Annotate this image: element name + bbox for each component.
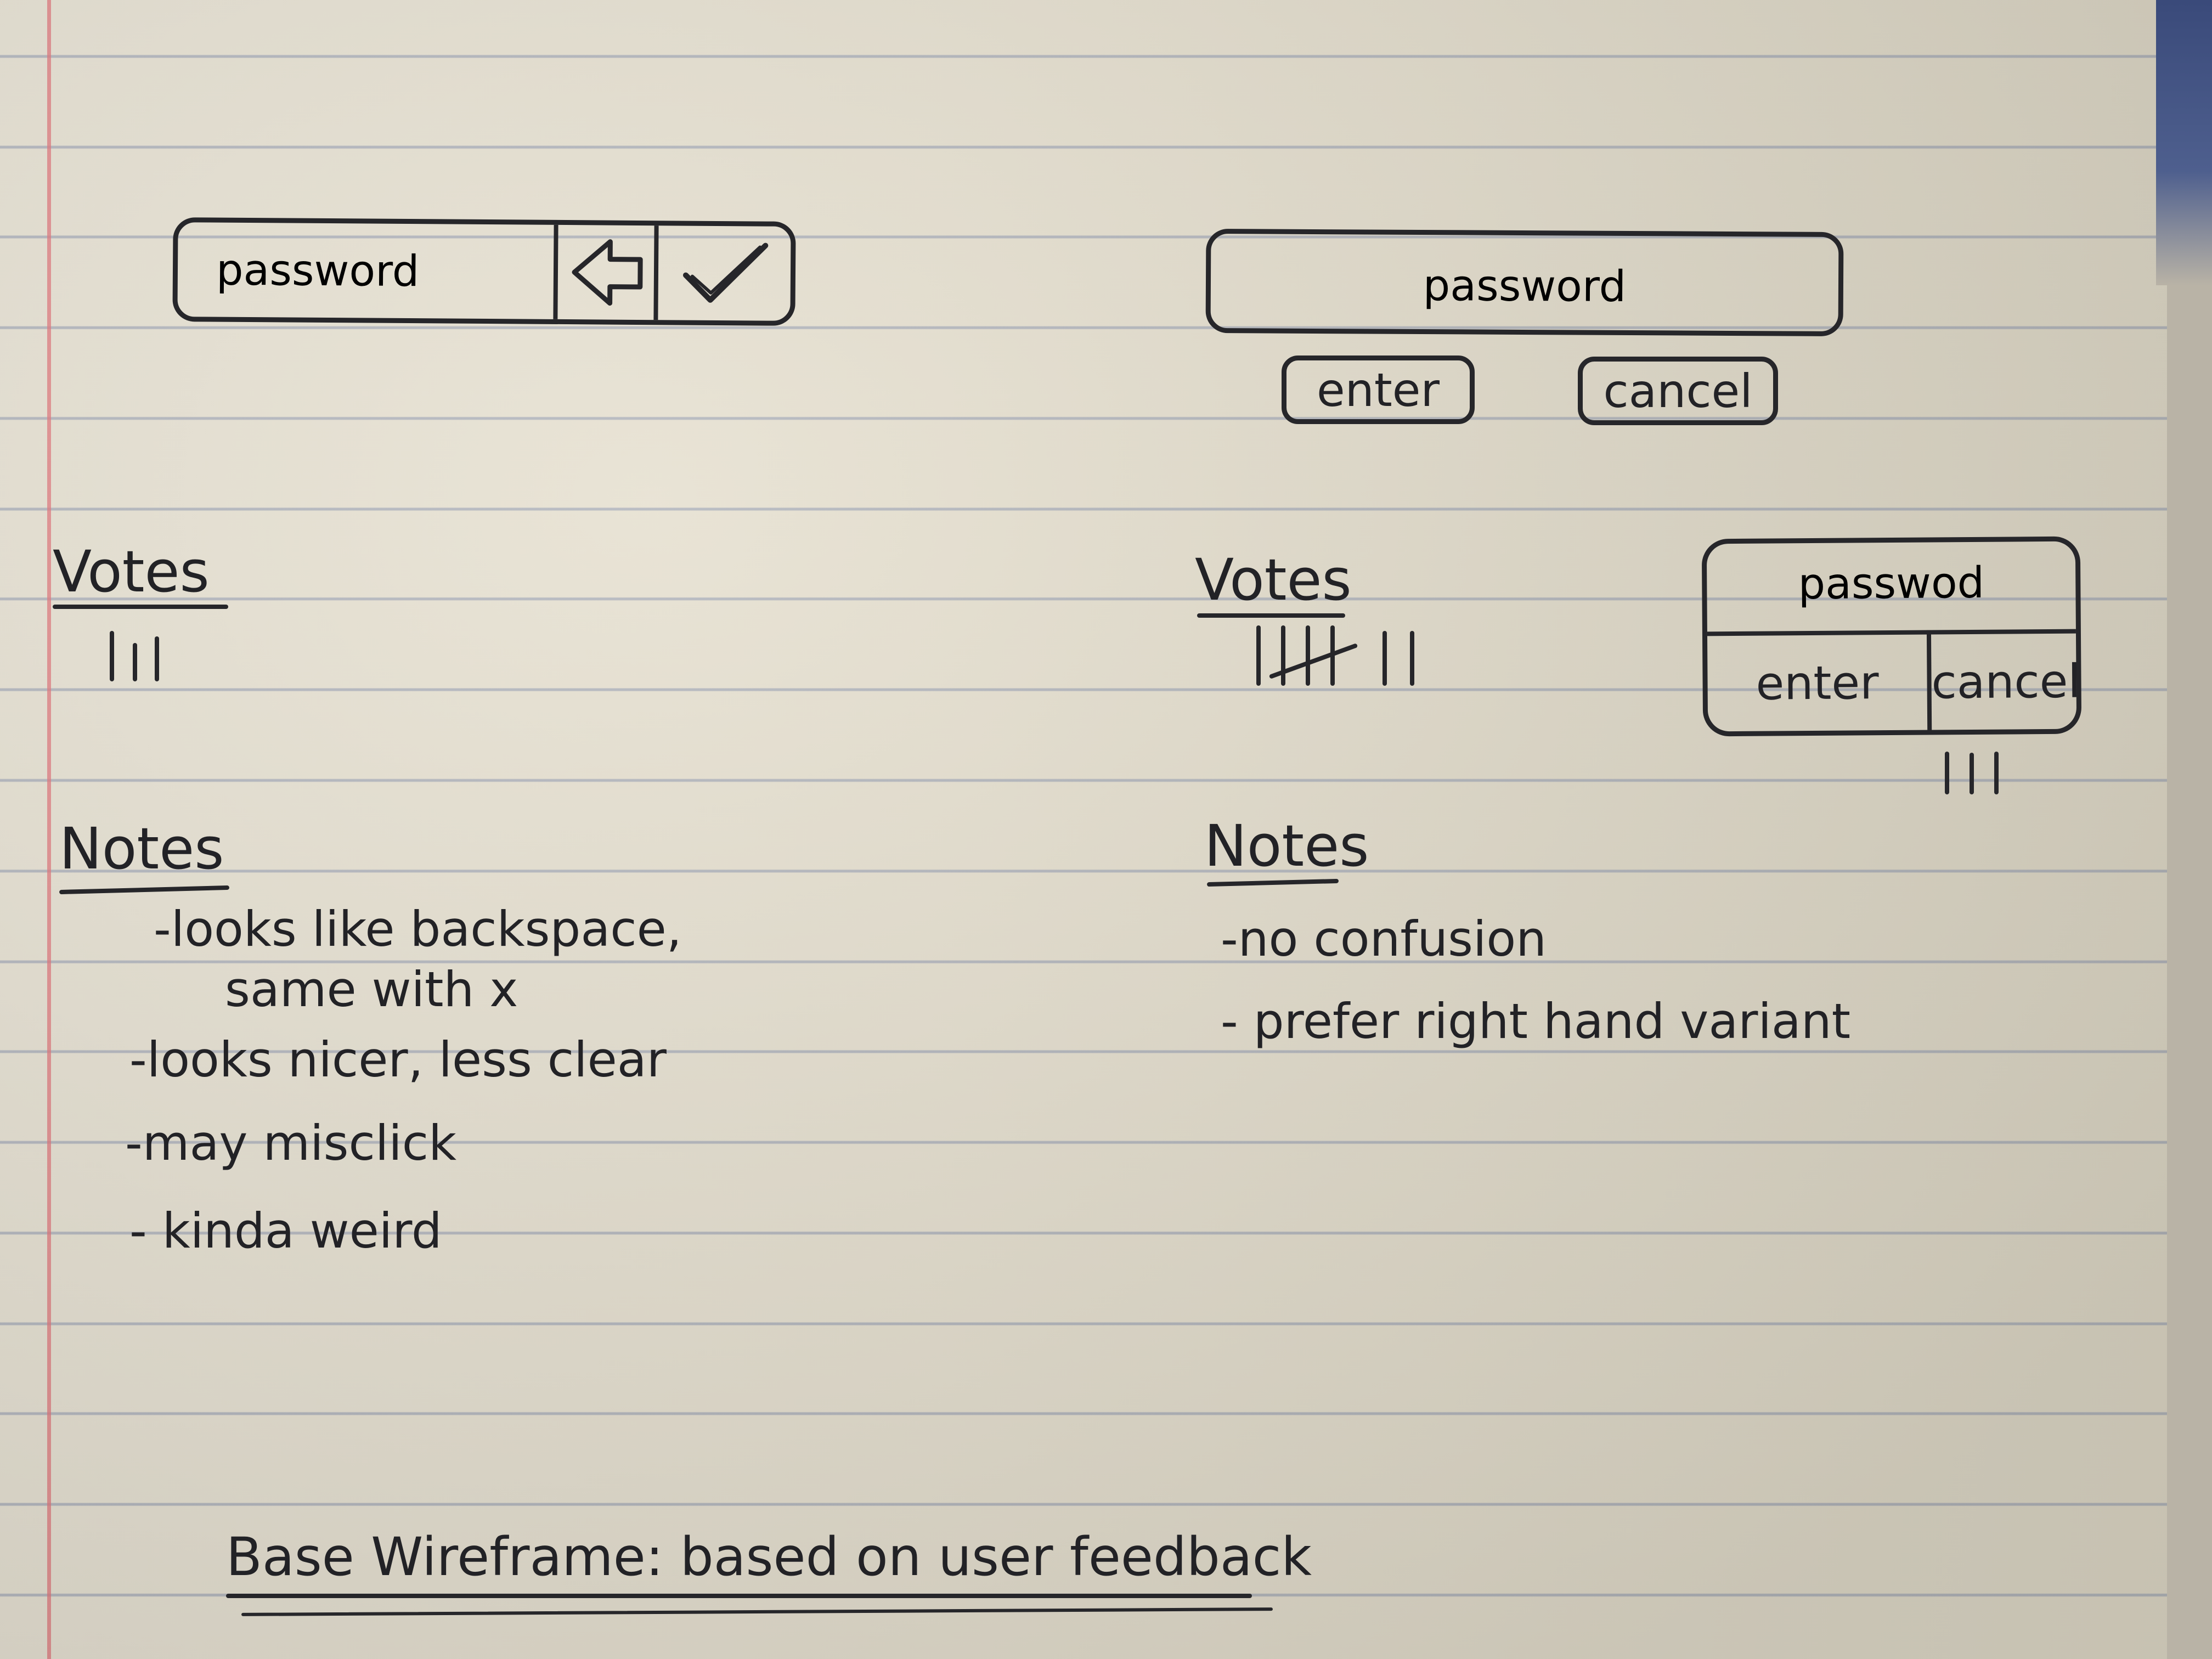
variant-b-votes-underline xyxy=(1197,613,1345,618)
variant-a-note-3: -may misclick xyxy=(125,1115,457,1171)
variant-a-back-button[interactable] xyxy=(557,225,654,320)
variant-a-votes-heading: Votes xyxy=(53,538,210,605)
variant-a-note-1: -looks like backspace, xyxy=(154,901,682,957)
variant-b-cancel-label: cancel xyxy=(1603,364,1753,418)
variant-c-cancel-label: cancel xyxy=(1931,654,2081,709)
variant-c-password-field[interactable]: passwod xyxy=(1707,558,2076,610)
back-arrow-icon xyxy=(572,239,643,306)
variant-c-enter-button[interactable]: enter xyxy=(1707,635,1927,732)
variant-b-votes-heading: Votes xyxy=(1195,546,1352,613)
notebook-page: password password enter cancel passwod e… xyxy=(0,0,2167,1659)
variant-b-notes-heading: Notes xyxy=(1204,812,1369,879)
variant-a-password-field[interactable]: password xyxy=(216,246,420,297)
variant-a-note-4: - kinda weird xyxy=(129,1203,442,1259)
variant-c-cancel-button[interactable]: cancel xyxy=(1931,634,2081,730)
variant-c-widget: passwod enter cancel xyxy=(1701,536,2082,737)
variant-b-cancel-button[interactable]: cancel xyxy=(1578,357,1778,425)
variant-a-votes-underline xyxy=(53,605,228,609)
variant-a-notes-heading: Notes xyxy=(59,815,224,882)
variant-b-enter-label: enter xyxy=(1316,363,1440,417)
checkmark-icon xyxy=(682,242,769,303)
variant-b-field-label: password xyxy=(1423,261,1627,312)
footer-caption: Base Wireframe: based on user feedback xyxy=(226,1526,1312,1588)
variant-b-note-2: - prefer right hand variant xyxy=(1221,993,1851,1049)
footer-caption-underline xyxy=(226,1594,1252,1598)
variant-b-password-field[interactable]: password xyxy=(1205,228,1844,337)
variant-b-note-1: -no confusion xyxy=(1221,911,1547,967)
variant-a-confirm-button[interactable] xyxy=(658,225,790,321)
variant-a-vote-tally xyxy=(104,631,170,683)
variant-c-enter-label: enter xyxy=(1756,656,1879,710)
variant-a-note-2: -looks nicer, less clear xyxy=(129,1031,667,1088)
variant-a-note-1-cont: same with x xyxy=(225,961,518,1018)
variant-b-vote-tally xyxy=(1251,620,1437,689)
variant-b-enter-button[interactable]: enter xyxy=(1282,356,1475,424)
desk-background xyxy=(2156,0,2212,285)
variant-a-password-widget: password xyxy=(172,217,796,326)
margin-line xyxy=(47,0,51,1659)
variant-c-vote-tally xyxy=(1939,752,2005,795)
